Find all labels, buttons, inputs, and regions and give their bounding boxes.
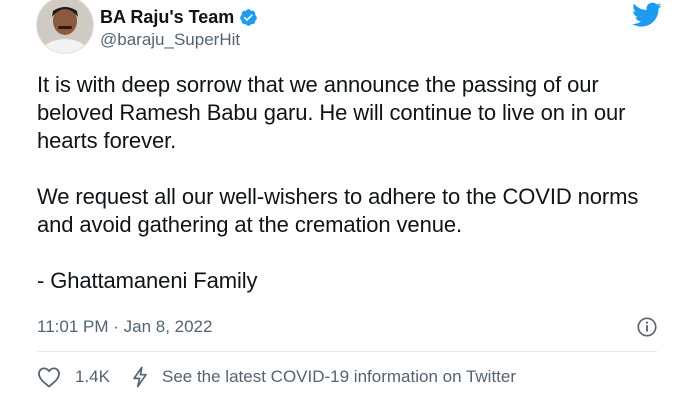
like-count[interactable]: 1.4K bbox=[75, 367, 110, 387]
tweet-paragraph-3: - Ghattamaneni Family bbox=[37, 268, 258, 293]
display-name-text[interactable]: BA Raju's Team bbox=[100, 6, 234, 28]
avatar[interactable] bbox=[36, 0, 94, 54]
tweet-paragraph-2: We request all our well-wishers to adher… bbox=[37, 184, 639, 237]
tweet-card: BA Raju's Team @baraju_SuperHit It is wi… bbox=[0, 0, 700, 400]
tweet-actions: 1.4K See the latest COVID-19 information… bbox=[37, 365, 516, 389]
lightning-bolt-icon bbox=[133, 366, 147, 388]
display-name[interactable]: BA Raju's Team bbox=[100, 6, 258, 28]
user-names: BA Raju's Team @baraju_SuperHit bbox=[100, 6, 258, 51]
tweet-timestamp[interactable]: 11:01 PM · Jan 8, 2022 bbox=[37, 316, 212, 338]
twitter-bird-icon[interactable] bbox=[632, 2, 662, 28]
divider bbox=[37, 351, 657, 352]
avatar-photo bbox=[37, 0, 93, 53]
verified-badge-icon bbox=[240, 8, 258, 26]
info-circle-icon[interactable] bbox=[636, 316, 658, 338]
tweet-paragraph-1: It is with deep sorrow that we announce … bbox=[37, 72, 626, 153]
heart-icon[interactable] bbox=[37, 366, 61, 388]
tweet-header: BA Raju's Team @baraju_SuperHit bbox=[36, 0, 700, 60]
tweet-text: It is with deep sorrow that we announce … bbox=[37, 71, 657, 295]
covid-info-link[interactable]: See the latest COVID-19 information on T… bbox=[162, 367, 516, 387]
user-handle[interactable]: @baraju_SuperHit bbox=[100, 29, 258, 51]
